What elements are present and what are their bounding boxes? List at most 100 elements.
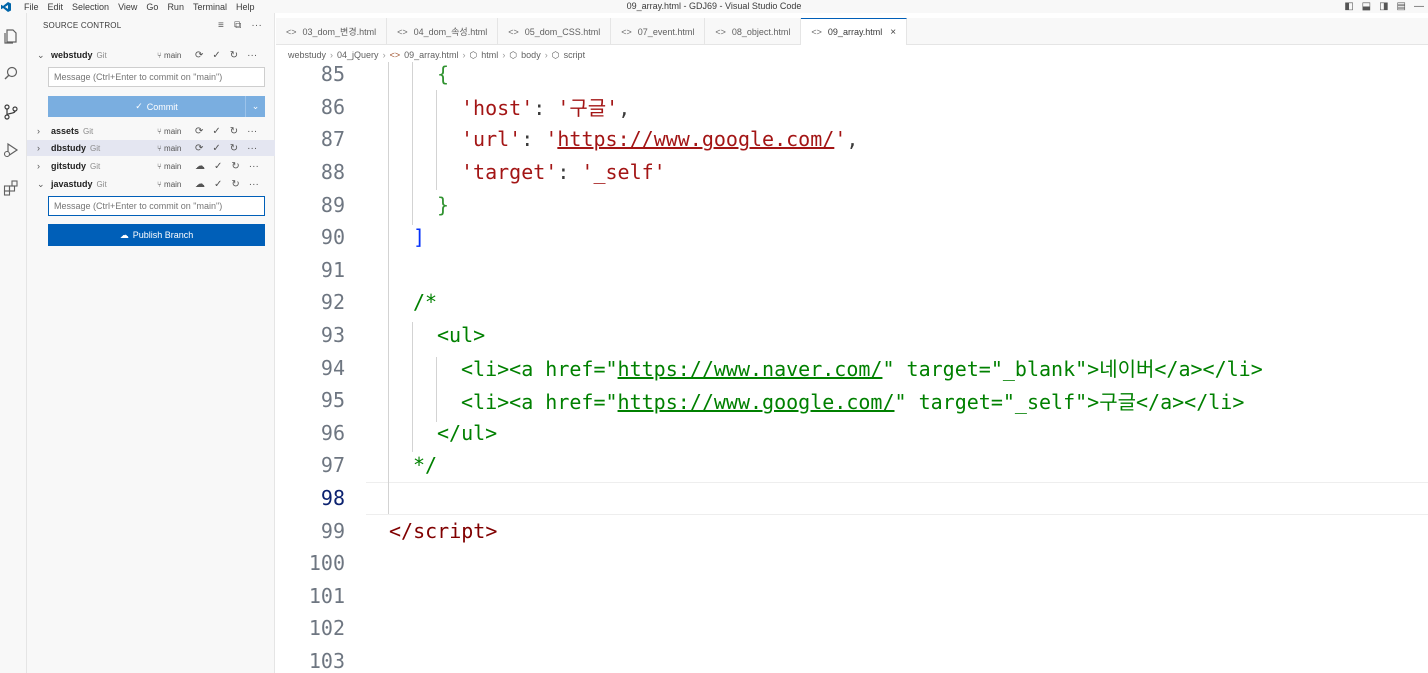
repo-row-assets[interactable]: › assets Git ⑂ main ⟳ ✓ ↻ ··· bbox=[27, 123, 275, 139]
chevron-down-icon[interactable]: ⌄ bbox=[37, 50, 47, 61]
refresh-icon[interactable]: ↻ bbox=[230, 50, 238, 61]
menu-edit[interactable]: Edit bbox=[48, 2, 64, 12]
publish-branch-button[interactable]: ☁ Publish Branch bbox=[48, 224, 265, 246]
commit-check-icon[interactable]: ✓ bbox=[212, 143, 220, 154]
menu-view[interactable]: View bbox=[118, 2, 137, 12]
chevron-right-icon[interactable]: › bbox=[37, 126, 47, 136]
breadcrumb-item[interactable]: body bbox=[521, 50, 541, 60]
tab-label: 05_dom_CSS.html bbox=[524, 26, 601, 37]
menu-selection[interactable]: Selection bbox=[72, 2, 109, 12]
collapse-all-icon[interactable]: ⧉ bbox=[234, 20, 241, 31]
customize-layout-icon[interactable]: ▤ bbox=[1397, 1, 1406, 12]
menu-terminal[interactable]: Terminal bbox=[193, 2, 227, 12]
extensions-icon[interactable] bbox=[0, 177, 22, 199]
chevron-right-icon[interactable]: › bbox=[37, 161, 47, 171]
breadcrumb-item[interactable]: 04_jQuery bbox=[337, 50, 379, 60]
code-editor[interactable]: 85 { 86 'host': '구글', 87 'url': 'https:/… bbox=[276, 62, 1428, 673]
sync-icon[interactable]: ⟳ bbox=[195, 126, 203, 137]
repo-name: webstudy bbox=[51, 50, 93, 60]
toggle-secondary-sidebar-icon[interactable]: ◨ bbox=[1379, 1, 1388, 12]
breadcrumb-item[interactable]: webstudy bbox=[288, 50, 326, 60]
branch-indicator[interactable]: ⑂ main bbox=[157, 127, 181, 136]
commit-button[interactable]: ✓ Commit ⌄ bbox=[48, 96, 265, 117]
line-number: 92 bbox=[320, 290, 345, 315]
branch-indicator[interactable]: ⑂ main bbox=[157, 51, 181, 60]
commit-check-icon[interactable]: ✓ bbox=[212, 126, 220, 137]
code-line: 91 bbox=[276, 254, 1428, 287]
refresh-icon[interactable]: ↻ bbox=[231, 179, 239, 190]
tab-04-dom[interactable]: <> 04_dom_속성.html bbox=[387, 18, 499, 45]
code-line: 101 bbox=[276, 580, 1428, 613]
more-icon[interactable]: ··· bbox=[247, 143, 257, 154]
more-actions-icon[interactable]: ··· bbox=[251, 20, 262, 31]
commit-dropdown-icon[interactable]: ⌄ bbox=[245, 96, 265, 117]
html-file-icon: <> bbox=[811, 27, 822, 37]
refresh-icon[interactable]: ↻ bbox=[231, 161, 239, 172]
branch-name: main bbox=[164, 50, 182, 60]
toggle-sidebar-icon[interactable]: ◧ bbox=[1344, 1, 1353, 12]
commit-label: Commit bbox=[146, 101, 178, 112]
minimize-icon[interactable]: — bbox=[1414, 1, 1424, 12]
breadcrumb-item[interactable]: html bbox=[481, 50, 498, 60]
view-as-tree-icon[interactable]: ≡ bbox=[218, 20, 224, 31]
commit-message-input-javastudy[interactable] bbox=[48, 196, 265, 216]
line-number: 91 bbox=[320, 257, 345, 282]
more-icon[interactable]: ··· bbox=[247, 126, 257, 137]
more-icon[interactable]: ··· bbox=[249, 161, 259, 172]
breadcrumb-item[interactable]: script bbox=[564, 50, 586, 60]
html-file-icon: <> bbox=[508, 26, 519, 37]
repo-row-webstudy[interactable]: ⌄ webstudy Git ⑂ main ⟳ ✓ ↻ ··· bbox=[27, 47, 275, 63]
menu-help[interactable]: Help bbox=[236, 2, 255, 12]
tab-03-dom[interactable]: <> 03_dom_변경.html bbox=[276, 18, 388, 45]
commit-check-icon[interactable]: ✓ bbox=[214, 161, 222, 172]
sync-icon[interactable]: ⟳ bbox=[195, 143, 203, 154]
html-file-icon: <> bbox=[286, 26, 297, 37]
repo-row-javastudy[interactable]: ⌄ javastudy Git ⑂ main ☁ ✓ ↻ ··· bbox=[27, 176, 275, 192]
branch-indicator[interactable]: ⑂ main bbox=[157, 162, 181, 171]
repo-name: gitstudy bbox=[51, 161, 86, 171]
branch-indicator[interactable]: ⑂ main bbox=[157, 144, 181, 153]
branch-indicator[interactable]: ⑂ main bbox=[157, 180, 181, 189]
tab-09-array[interactable]: <> 09_array.html × bbox=[801, 18, 908, 45]
repo-row-dbstudy[interactable]: › dbstudy Git ⑂ main ⟳ ✓ ↻ ··· bbox=[27, 140, 275, 156]
element-icon: ⬡ bbox=[551, 49, 560, 60]
tab-08-object[interactable]: <> 08_object.html bbox=[705, 18, 802, 45]
branch-name: main bbox=[164, 179, 182, 189]
more-icon[interactable]: ··· bbox=[247, 50, 257, 61]
repo-row-gitstudy[interactable]: › gitstudy Git ⑂ main ☁ ✓ ↻ ··· bbox=[27, 158, 275, 174]
repo-vcs: Git bbox=[96, 50, 107, 60]
code-line: 96 </ul> bbox=[276, 417, 1428, 450]
toggle-panel-icon[interactable]: ⬓ bbox=[1362, 1, 1371, 12]
code-line: 103 bbox=[276, 645, 1428, 673]
commit-check-icon[interactable]: ✓ bbox=[214, 179, 222, 190]
code-line: 88 'target': '_self' bbox=[276, 156, 1428, 189]
sync-icon[interactable]: ⟳ bbox=[195, 50, 203, 61]
cloud-upload-icon[interactable]: ☁ bbox=[195, 161, 205, 172]
chevron-right-icon[interactable]: › bbox=[37, 143, 47, 153]
branch-name: main bbox=[164, 161, 182, 171]
menu-run[interactable]: Run bbox=[167, 2, 184, 12]
code-line: 100 bbox=[276, 547, 1428, 580]
menu-file[interactable]: File bbox=[24, 2, 39, 12]
more-icon[interactable]: ··· bbox=[249, 179, 259, 190]
line-number: 97 bbox=[320, 453, 345, 478]
line-number: 98 bbox=[320, 486, 345, 511]
menu-go[interactable]: Go bbox=[146, 2, 158, 12]
commit-check-icon[interactable]: ✓ bbox=[212, 50, 220, 61]
search-icon[interactable] bbox=[0, 63, 22, 85]
explorer-icon[interactable] bbox=[0, 25, 22, 47]
cloud-upload-icon[interactable]: ☁ bbox=[195, 179, 205, 190]
breadcrumb-item[interactable]: 09_array.html bbox=[404, 50, 458, 60]
code-line: 86 'host': '구글', bbox=[276, 91, 1428, 124]
source-control-icon[interactable] bbox=[0, 101, 22, 123]
refresh-icon[interactable]: ↻ bbox=[230, 126, 238, 137]
chevron-down-icon[interactable]: ⌄ bbox=[37, 179, 47, 190]
repo-name: javastudy bbox=[51, 179, 93, 189]
tab-07-event[interactable]: <> 07_event.html bbox=[611, 18, 706, 45]
tab-05-dom-css[interactable]: <> 05_dom_CSS.html bbox=[498, 18, 612, 45]
commit-message-input-webstudy[interactable] bbox=[48, 67, 265, 87]
refresh-icon[interactable]: ↻ bbox=[230, 143, 238, 154]
run-debug-icon[interactable] bbox=[0, 139, 22, 161]
code-line: 95 <li><a href="https://www.google.com/"… bbox=[276, 384, 1428, 417]
close-icon[interactable]: × bbox=[890, 27, 896, 38]
